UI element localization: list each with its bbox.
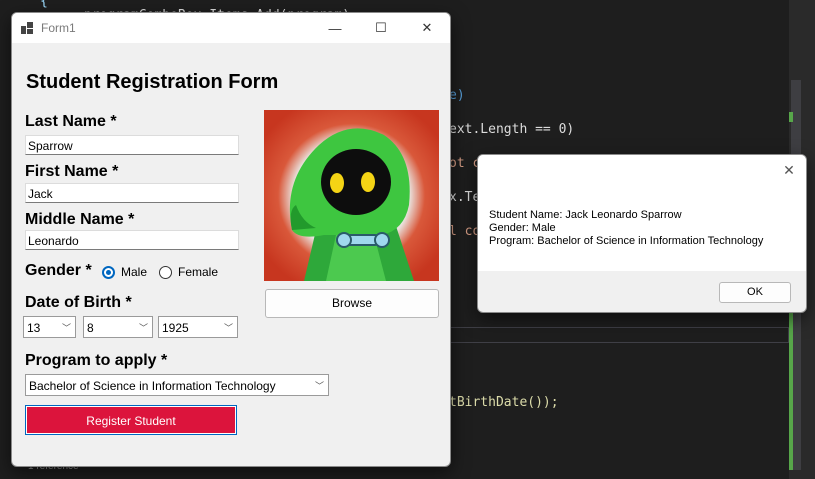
- radio-selected-icon: [102, 265, 115, 279]
- chevron-down-icon: ﹀: [61, 323, 71, 333]
- code-line: l co: [449, 224, 481, 239]
- form1-window: Form1 — ☐ ✕ Student Registration Form La…: [11, 12, 451, 467]
- first-name-label: First Name *: [25, 163, 119, 180]
- code-line: {: [40, 0, 48, 9]
- gender-label: Gender *: [25, 262, 92, 279]
- ok-button[interactable]: OK: [719, 282, 791, 303]
- change-marker: [789, 290, 793, 470]
- browse-button[interactable]: Browse: [265, 289, 439, 318]
- change-marker: [789, 112, 793, 122]
- dob-year-value: 1925: [162, 321, 189, 335]
- last-name-label: Last Name *: [25, 113, 117, 130]
- message-body: ✕ Student Name: Jack Leonardo Sparrow Ge…: [478, 155, 806, 271]
- message-close-button[interactable]: ✕: [776, 159, 802, 181]
- dob-label: Date of Birth *: [25, 294, 132, 311]
- program-label: Program to apply *: [25, 352, 168, 369]
- radio-unselected-icon: [159, 265, 172, 279]
- gender-female-radio[interactable]: Female: [159, 265, 218, 279]
- dob-month-value: 8: [87, 321, 94, 335]
- message-gender: Gender: Male: [489, 222, 556, 234]
- code-line: tBirthDate());: [449, 395, 559, 410]
- close-button[interactable]: ✕: [404, 13, 450, 43]
- gender-male-radio[interactable]: Male: [102, 265, 147, 279]
- form-heading: Student Registration Form: [26, 71, 279, 93]
- maximize-button[interactable]: ☐: [358, 13, 404, 43]
- chevron-down-icon: ﹀: [223, 323, 233, 333]
- last-name-input[interactable]: Sparrow: [25, 135, 239, 155]
- code-line: ot c: [449, 156, 481, 171]
- message-box: ✕ Student Name: Jack Leonardo Sparrow Ge…: [477, 154, 807, 313]
- close-icon: ✕: [783, 162, 795, 178]
- minimize-button[interactable]: —: [312, 13, 358, 43]
- window-title: Form1: [41, 21, 76, 35]
- current-line-highlight: [450, 327, 789, 343]
- close-icon: ✕: [421, 20, 433, 35]
- middle-name-label: Middle Name *: [25, 211, 135, 228]
- dob-month-combo[interactable]: 8 ﹀: [83, 316, 153, 338]
- program-value: Bachelor of Science in Information Techn…: [29, 379, 276, 393]
- program-combo[interactable]: Bachelor of Science in Information Techn…: [25, 374, 329, 396]
- student-photo: [264, 110, 439, 281]
- code-line: x.Te: [449, 190, 481, 205]
- app-icon: [21, 22, 33, 34]
- dob-day-combo[interactable]: 13 ﹀: [23, 316, 76, 338]
- maximize-icon: ☐: [375, 20, 387, 35]
- dob-day-value: 13: [27, 321, 41, 335]
- message-student-name: Student Name: Jack Leonardo Sparrow: [489, 209, 682, 221]
- minimize-icon: —: [328, 20, 342, 36]
- gender-male-label: Male: [121, 265, 148, 279]
- message-program: Program: Bachelor of Science in Informat…: [489, 235, 764, 247]
- code-line: ext.Length == 0): [449, 122, 575, 137]
- code-line: e): [449, 88, 465, 103]
- register-student-button[interactable]: Register Student: [25, 405, 237, 435]
- dob-year-combo[interactable]: 1925 ﹀: [158, 316, 238, 338]
- middle-name-input[interactable]: Leonardo: [25, 230, 239, 250]
- gender-female-label: Female: [178, 265, 219, 279]
- title-bar[interactable]: Form1 — ☐ ✕: [12, 13, 450, 43]
- chevron-down-icon: ﹀: [314, 381, 324, 391]
- first-name-input[interactable]: Jack: [25, 183, 239, 203]
- chevron-down-icon: ﹀: [138, 323, 148, 333]
